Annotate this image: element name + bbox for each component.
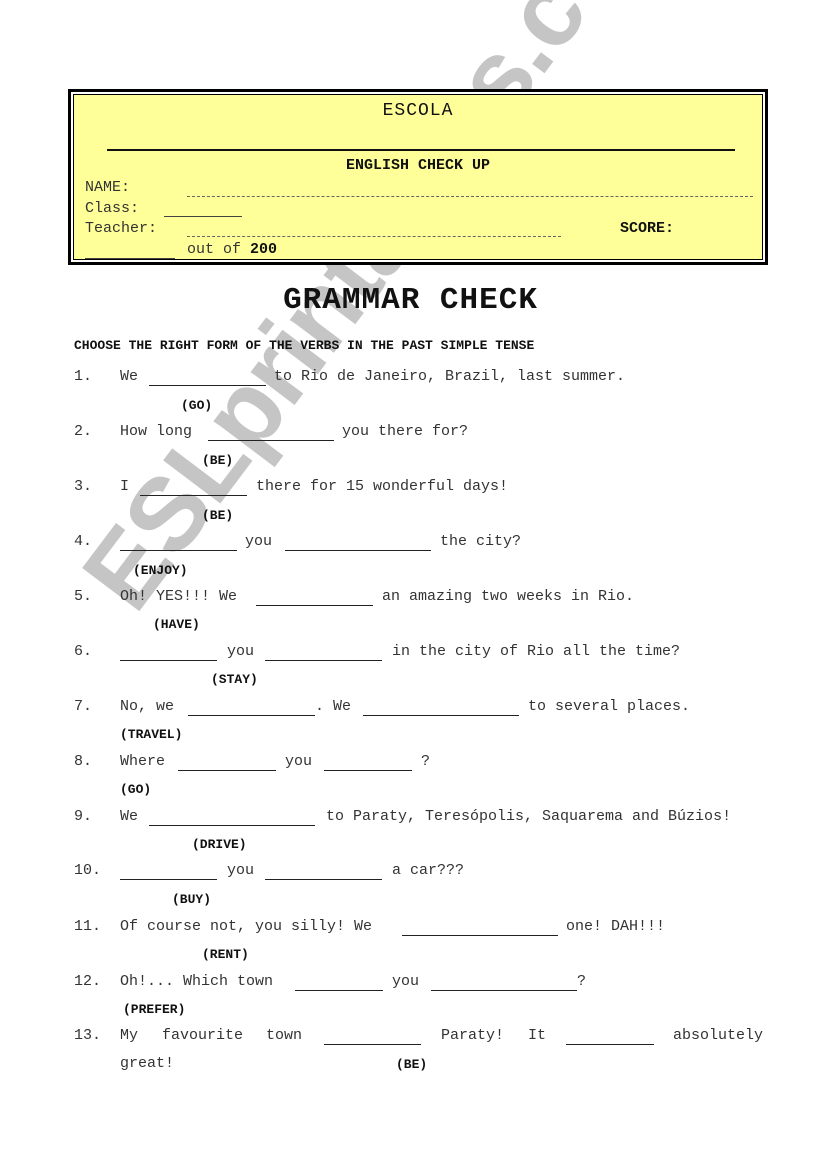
item-text: We: [120, 808, 139, 825]
name-label: NAME:: [85, 179, 131, 196]
worksheet-subtitle: ENGLISH CHECK UP: [345, 157, 491, 174]
item-text: you: [227, 862, 255, 879]
answer-blank[interactable]: [363, 715, 519, 716]
item-text: you: [227, 643, 255, 660]
answer-blank[interactable]: [149, 825, 315, 826]
answer-blank[interactable]: [265, 660, 382, 661]
verb-hint: (PREFER): [123, 1002, 186, 1017]
verb-hint: (TRAVEL): [120, 727, 183, 742]
verb-hint: (RENT): [202, 947, 249, 962]
school-label: ESCOLA: [382, 101, 454, 121]
answer-blank[interactable]: [149, 385, 266, 386]
item-text: to several places.: [528, 698, 691, 715]
item-text: you there for?: [342, 423, 469, 440]
school-name-line[interactable]: [107, 149, 735, 151]
answer-blank[interactable]: [285, 550, 431, 551]
verb-hint: (GO): [181, 398, 213, 413]
item-text: How long: [120, 423, 193, 440]
item-number: 10.: [74, 862, 102, 879]
score-field[interactable]: [85, 258, 175, 259]
item-text: Paraty!: [441, 1027, 505, 1044]
answer-blank[interactable]: [324, 1044, 421, 1045]
item-text: . We: [315, 698, 352, 715]
score-label: SCORE:: [620, 220, 675, 237]
item-number: 2.: [74, 423, 93, 440]
item-number: 3.: [74, 478, 93, 495]
teacher-field[interactable]: [187, 236, 561, 237]
item-text: you: [285, 753, 313, 770]
answer-blank[interactable]: [120, 879, 217, 880]
item-text: great!: [120, 1055, 175, 1072]
item-text: ?: [421, 753, 431, 770]
answer-blank[interactable]: [140, 495, 247, 496]
name-field[interactable]: [187, 196, 753, 197]
item-text: It: [528, 1027, 547, 1044]
answer-blank[interactable]: [120, 660, 217, 661]
item-text: to Paraty, Teresópolis, Saquarema and Bú…: [326, 808, 732, 825]
item-text: a car???: [392, 862, 465, 879]
teacher-label: Teacher:: [85, 220, 158, 237]
item-text: Oh!... Which town: [120, 973, 274, 990]
item-text: We: [120, 368, 139, 385]
item-number: 5.: [74, 588, 93, 605]
class-label: Class:: [85, 200, 140, 217]
instruction: CHOOSE THE RIGHT FORM OF THE VERBS IN TH…: [74, 338, 535, 353]
item-number: 7.: [74, 698, 93, 715]
item-text: Where: [120, 753, 166, 770]
item-text: an amazing two weeks in Rio.: [382, 588, 635, 605]
item-number: 6.: [74, 643, 93, 660]
item-text: you: [245, 533, 273, 550]
verb-hint: (STAY): [211, 672, 258, 687]
item-text: My: [120, 1027, 139, 1044]
answer-blank[interactable]: [566, 1044, 654, 1045]
item-number: 13.: [74, 1027, 102, 1044]
verb-hint: (BE): [202, 453, 234, 468]
answer-blank[interactable]: [324, 770, 412, 771]
item-text: Oh! YES!!! We: [120, 588, 238, 605]
answer-blank[interactable]: [431, 990, 577, 991]
verb-hint: (BE): [396, 1057, 428, 1072]
item-text: Of course not, you silly! We: [120, 918, 373, 935]
verb-hint: (BUY): [172, 892, 212, 907]
answer-blank[interactable]: [120, 550, 237, 551]
out-of-text: out of: [187, 241, 242, 258]
verb-hint: (GO): [120, 782, 152, 797]
class-field[interactable]: [164, 216, 242, 217]
score-out-of: out of 200: [187, 241, 277, 258]
answer-blank[interactable]: [256, 605, 373, 606]
verb-hint: (BE): [202, 508, 234, 523]
item-text: I: [120, 478, 130, 495]
header-box: ESCOLA ENGLISH CHECK UP NAME: Class: Tea…: [68, 89, 768, 265]
answer-blank[interactable]: [295, 990, 383, 991]
item-number: 4.: [74, 533, 93, 550]
item-number: 9.: [74, 808, 93, 825]
item-number: 8.: [74, 753, 93, 770]
header-inner: ESCOLA ENGLISH CHECK UP NAME: Class: Tea…: [73, 94, 763, 260]
item-text: there for 15 wonderful days!: [256, 478, 509, 495]
item-text: No, we: [120, 698, 175, 715]
item-text: the city?: [440, 533, 522, 550]
answer-blank[interactable]: [402, 935, 558, 936]
item-number: 12.: [74, 973, 102, 990]
verb-hint: (ENJOY): [133, 563, 188, 578]
item-text: town: [266, 1027, 303, 1044]
item-number: 11.: [74, 918, 102, 935]
item-text: one! DAH!!!: [566, 918, 666, 935]
item-text: favourite: [162, 1027, 244, 1044]
page-title: GRAMMAR CHECK: [283, 283, 538, 318]
item-text: to Rio de Janeiro, Brazil, last summer.: [274, 368, 626, 385]
verb-hint: (HAVE): [153, 617, 200, 632]
item-text: in the city of Rio all the time?: [392, 643, 681, 660]
item-text: ?: [577, 973, 587, 990]
verb-hint: (DRIVE): [192, 837, 247, 852]
worksheet-page: ESLprintables.com ESCOLA ENGLISH CHECK U…: [0, 0, 821, 1169]
answer-blank[interactable]: [188, 715, 315, 716]
answer-blank[interactable]: [178, 770, 276, 771]
item-text: you: [392, 973, 420, 990]
item-number: 1.: [74, 368, 93, 385]
answer-blank[interactable]: [208, 440, 334, 441]
item-text: absolutely: [673, 1027, 764, 1044]
max-score: 200: [250, 241, 278, 258]
answer-blank[interactable]: [265, 879, 382, 880]
